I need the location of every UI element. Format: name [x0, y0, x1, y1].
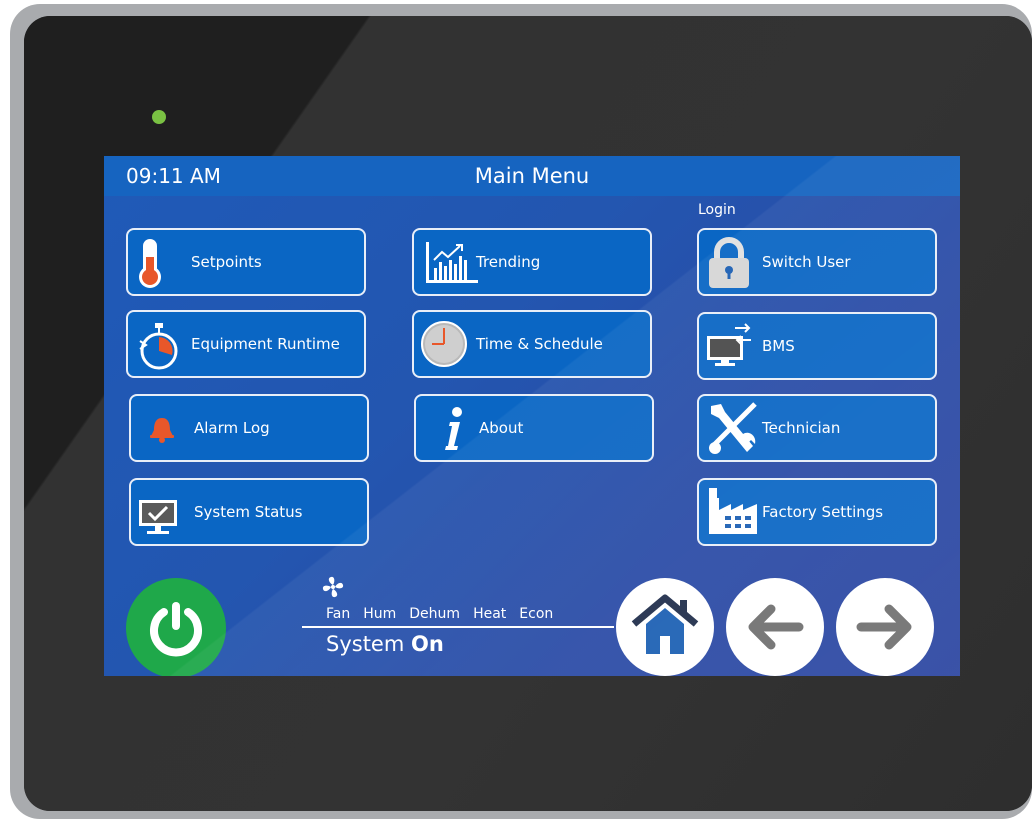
- factory-settings-button[interactable]: Factory Settings: [697, 478, 937, 546]
- system-status-bar: Fan Hum Dehum Heat Econ System On: [302, 574, 614, 664]
- alarm-log-button[interactable]: Alarm Log: [129, 394, 369, 462]
- mode-list: Fan Hum Dehum Heat Econ: [326, 606, 566, 622]
- page-title: Main Menu: [474, 164, 590, 188]
- time-schedule-button[interactable]: Time & Schedule: [412, 310, 652, 378]
- home-icon: [631, 594, 699, 654]
- tools-icon: [709, 402, 757, 454]
- mode-econ: Econ: [519, 606, 554, 622]
- touch-screen: 09:11 AM Main Menu Login Setpoints Equip…: [104, 156, 960, 676]
- bms-button[interactable]: BMS: [697, 312, 937, 380]
- about-label: About: [479, 419, 524, 437]
- alarm-log-label: Alarm Log: [194, 419, 270, 437]
- system-label: System: [326, 632, 405, 656]
- home-button[interactable]: [616, 578, 714, 676]
- power-button[interactable]: [126, 578, 226, 676]
- status-divider: [302, 626, 614, 628]
- chart-icon: [426, 242, 478, 283]
- system-state-value: On: [411, 632, 444, 656]
- system-state: System On: [326, 632, 444, 656]
- stopwatch-icon: [139, 323, 178, 370]
- mode-hum: Hum: [363, 606, 397, 622]
- monitor-arrows-icon: [707, 323, 751, 366]
- switch-user-button[interactable]: Switch User: [697, 228, 937, 296]
- lock-icon: [709, 237, 749, 288]
- fan-icon: [322, 576, 344, 598]
- monitor-check-icon: [139, 500, 177, 534]
- clock-icon: [421, 321, 467, 367]
- technician-label: Technician: [762, 419, 841, 437]
- back-button[interactable]: [726, 578, 824, 676]
- bms-label: BMS: [762, 337, 795, 355]
- system-status-label: System Status: [194, 503, 303, 521]
- factory-settings-label: Factory Settings: [762, 503, 884, 521]
- power-icon: [150, 602, 202, 657]
- status-led: [152, 110, 166, 124]
- setpoints-label: Setpoints: [191, 253, 262, 271]
- time-schedule-label: Time & Schedule: [476, 335, 603, 353]
- equipment-runtime-button[interactable]: Equipment Runtime: [126, 310, 366, 378]
- setpoints-button[interactable]: Setpoints: [126, 228, 366, 296]
- title-bar: 09:11 AM Main Menu: [104, 156, 960, 196]
- system-status-button[interactable]: System Status: [129, 478, 369, 546]
- mode-fan: Fan: [326, 606, 351, 622]
- switch-user-label: Switch User: [762, 253, 851, 271]
- about-button[interactable]: About: [414, 394, 654, 462]
- technician-button[interactable]: Technician: [697, 394, 937, 462]
- equipment-runtime-label: Equipment Runtime: [191, 335, 340, 353]
- forward-arrow-icon: [856, 604, 912, 650]
- trending-label: Trending: [476, 253, 541, 271]
- back-arrow-icon: [748, 604, 804, 650]
- login-label: Login: [698, 202, 736, 218]
- factory-icon: [709, 488, 757, 534]
- thermometer-icon: [139, 239, 161, 288]
- mode-heat: Heat: [473, 606, 507, 622]
- forward-button[interactable]: [836, 578, 934, 676]
- info-icon: [445, 407, 462, 450]
- bell-icon: [150, 418, 174, 443]
- mode-dehum: Dehum: [409, 606, 461, 622]
- trending-button[interactable]: Trending: [412, 228, 652, 296]
